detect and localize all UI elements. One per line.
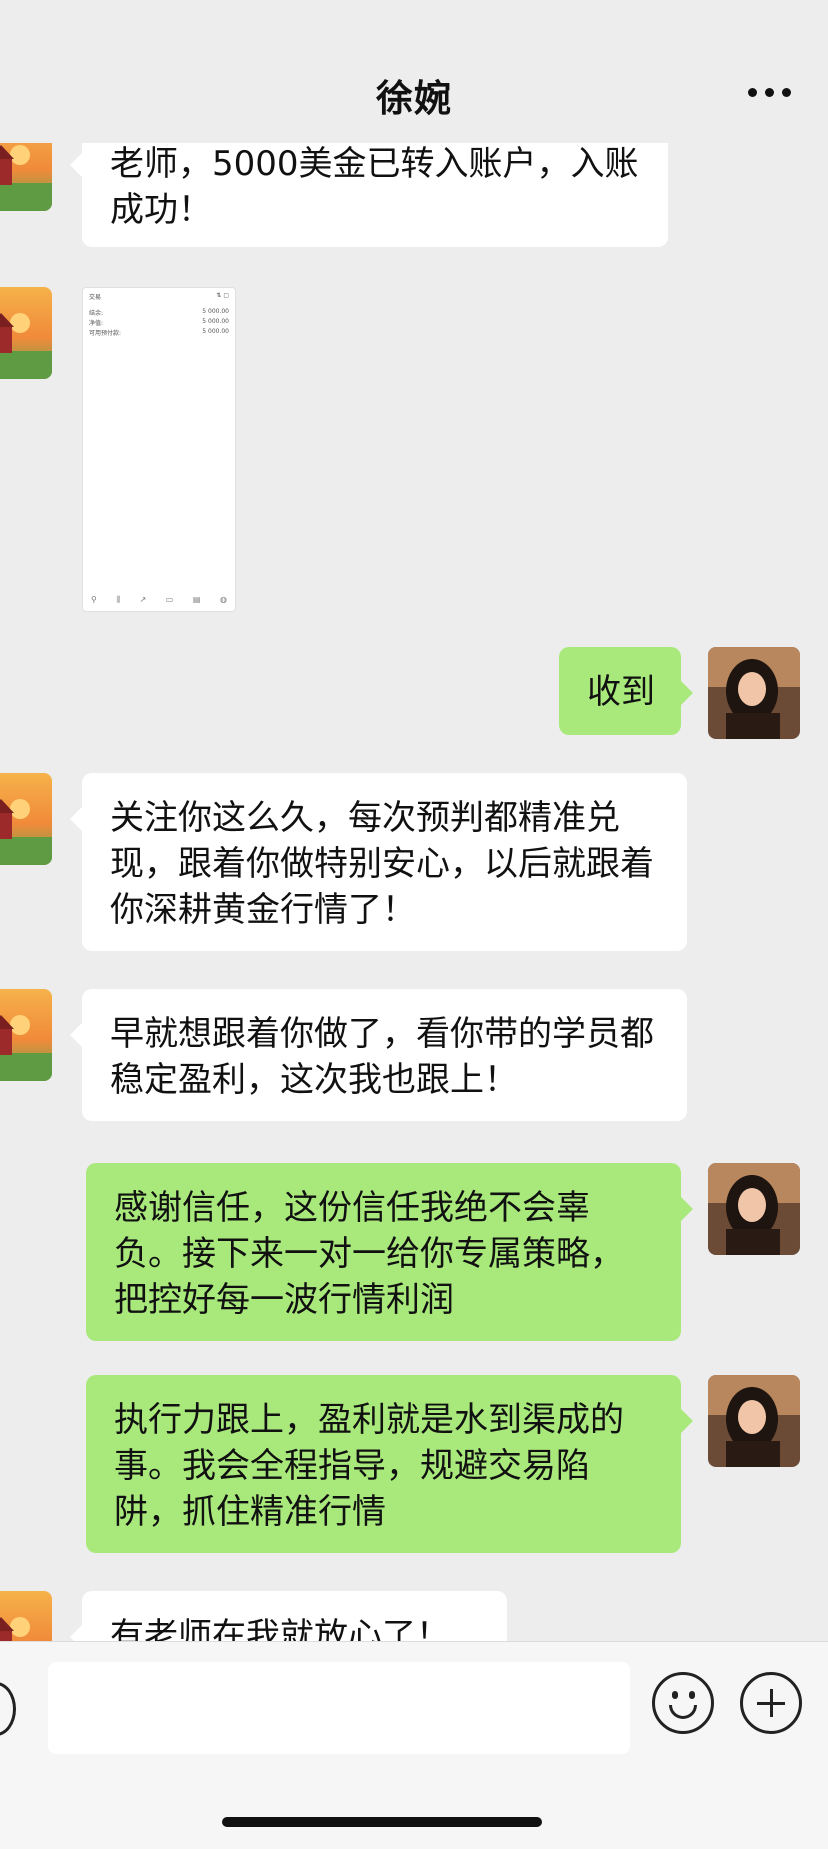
message-input[interactable] bbox=[48, 1662, 630, 1754]
self-avatar[interactable] bbox=[708, 647, 800, 739]
message-bubble[interactable]: 老师，5000美金已转入账户，入账成功！ bbox=[70, 143, 668, 247]
image-message[interactable]: 交易 ⇅ ▢ 结余: 5 000.00 净值: 5 000.00 可用预付款: 5 00… bbox=[82, 287, 236, 612]
message-text: 关注你这么久，每次预判都精准兑现，跟着你做特别安心，以后就跟着你深耕黄金行情了！ bbox=[110, 798, 654, 930]
self-avatar[interactable] bbox=[708, 1375, 800, 1467]
message-bubble-self[interactable]: 感谢信任，这份信任我绝不会辜负。接下来一对一给你专属策略，把控好每一波行情利润 bbox=[86, 1163, 693, 1341]
screenshot-row: 净值: 5 000.00 bbox=[89, 318, 229, 327]
message-bubble-self[interactable]: 收到 bbox=[559, 647, 693, 735]
message-list[interactable]: 老师，5000美金已转入账户，入账成功！ 交易 ⇅ ▢ 结余: 5 000.00 净… bbox=[0, 143, 828, 1641]
message-text: 执行力跟上，盈利就是水到渠成的事。我会全程指导，规避交易陷阱，抓住精准行情 bbox=[114, 1400, 624, 1532]
message-text: 早就想跟着你做了，看你带的学员都稳定盈利，这次我也跟上！ bbox=[110, 1014, 654, 1100]
message-bubble[interactable]: 早就想跟着你做了，看你带的学员都稳定盈利，这次我也跟上！ bbox=[70, 989, 687, 1121]
contact-avatar[interactable] bbox=[0, 989, 52, 1081]
self-avatar[interactable] bbox=[708, 1163, 800, 1255]
more-dots-icon[interactable] bbox=[748, 88, 791, 97]
message-bubble-self[interactable]: 执行力跟上，盈利就是水到渠成的事。我会全程指导，规避交易陷阱，抓住精准行情 bbox=[86, 1375, 693, 1553]
emoji-icon[interactable] bbox=[652, 1672, 714, 1734]
contact-name: 徐婉 bbox=[376, 77, 452, 120]
contact-avatar[interactable] bbox=[0, 287, 52, 379]
message-text: 老师，5000美金已转入账户，入账成功！ bbox=[110, 144, 639, 230]
contact-avatar[interactable] bbox=[0, 773, 52, 865]
screenshot-header: 交易 ⇅ ▢ bbox=[89, 292, 229, 301]
message-bubble[interactable]: 关注你这么久，每次预判都精准兑现，跟着你做特别安心，以后就跟着你深耕黄金行情了！ bbox=[70, 773, 687, 951]
voice-icon[interactable] bbox=[0, 1682, 16, 1736]
message-bubble[interactable]: 有老师在我就放心了！ bbox=[70, 1591, 507, 1641]
home-indicator bbox=[222, 1817, 542, 1827]
message-text: 收到 bbox=[587, 672, 655, 712]
screenshot-row: 结余: 5 000.00 bbox=[89, 308, 229, 317]
screenshot-toolbar: ⚲ ⫼ ↗ ▭ ▤ ◍ bbox=[91, 595, 227, 604]
contact-avatar[interactable] bbox=[0, 143, 52, 211]
plus-icon[interactable] bbox=[740, 1672, 802, 1734]
screenshot-row: 可用预付款: 5 000.00 bbox=[89, 328, 229, 337]
screenshot-header-label: 交易 bbox=[89, 294, 102, 301]
message-text: 感谢信任，这份信任我绝不会辜负。接下来一对一给你专属策略，把控好每一波行情利润 bbox=[114, 1188, 624, 1320]
contact-avatar[interactable] bbox=[0, 1591, 52, 1641]
message-text: 有老师在我就放心了！ bbox=[110, 1616, 450, 1641]
chat-header: 徐婉 bbox=[0, 0, 828, 143]
